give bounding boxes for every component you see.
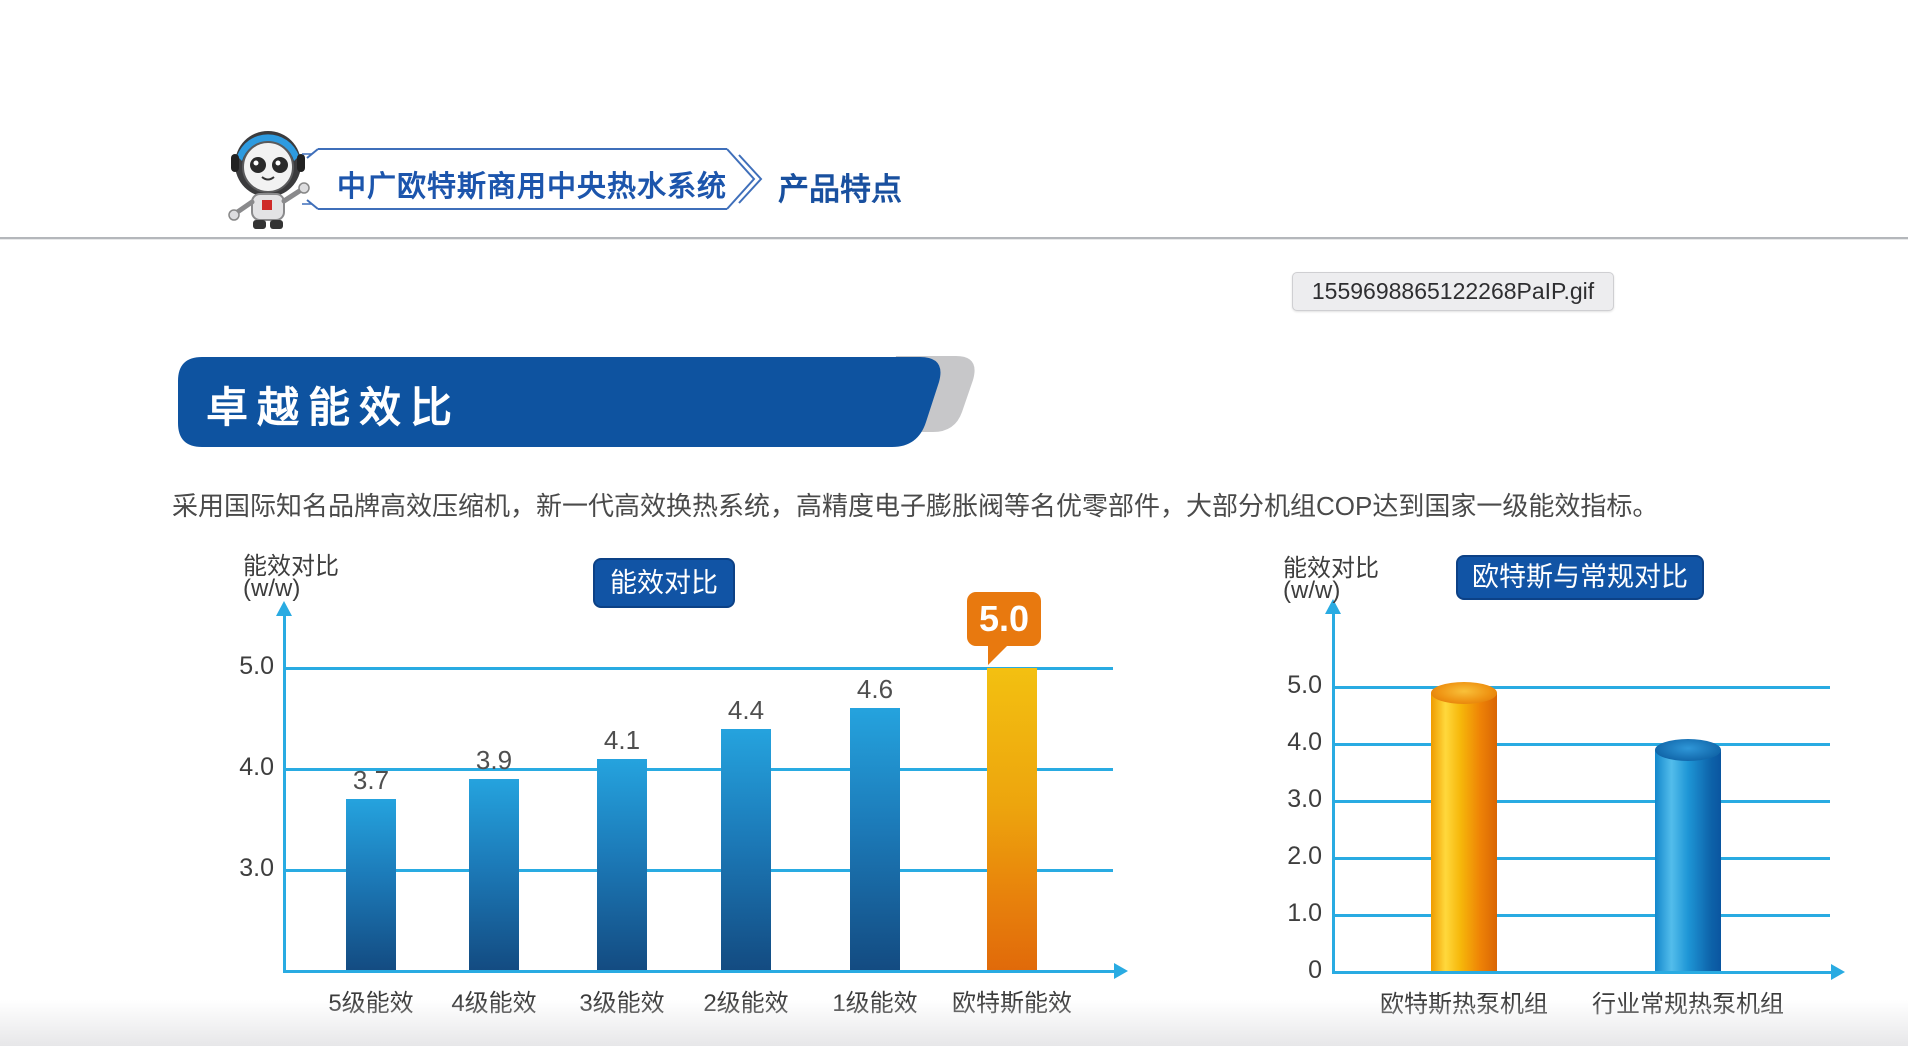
bar-value-label: 4.6	[835, 674, 915, 705]
page-background: 中广欧特斯商用中央热水系统 产品特点 1559698865122268PaIP.…	[0, 0, 1908, 1046]
y-axis-title-line2: (w/w)	[243, 575, 300, 603]
x-axis-arrow	[1114, 963, 1128, 979]
x-axis	[1333, 971, 1832, 974]
y-tick-label: 3.0	[1242, 785, 1322, 814]
chart-badge: 能效对比	[593, 558, 735, 608]
bar-value-label: 4.4	[706, 695, 786, 726]
y-axis	[283, 616, 286, 973]
cylinder-bar-body	[1655, 750, 1721, 974]
gridline	[1333, 800, 1830, 803]
bar	[469, 779, 519, 973]
callout-pointer	[988, 644, 1009, 665]
y-tick-label: 5.0	[194, 652, 274, 681]
y-tick-label: 2.0	[1242, 842, 1322, 871]
bar	[346, 799, 396, 973]
y-tick-label: 4.0	[1242, 728, 1322, 757]
bar	[721, 729, 771, 973]
cylinder-bar-body	[1431, 693, 1497, 974]
gridline	[1333, 686, 1830, 689]
gridline	[1333, 743, 1830, 746]
gridline	[1333, 857, 1830, 860]
callout-bubble: 5.0	[967, 592, 1041, 646]
y-tick-label: 3.0	[194, 854, 274, 883]
cylinder-bar-top	[1655, 739, 1721, 761]
bottom-fade-band	[0, 1000, 1908, 1046]
y-axis-arrow	[276, 601, 292, 616]
bar-value-label: 3.9	[454, 745, 534, 776]
bar-value-label: 3.7	[331, 765, 411, 796]
bar-value-label: 4.1	[582, 725, 662, 756]
highlight-bar	[987, 668, 1037, 973]
y-axis-title-line2: (w/w)	[1283, 577, 1340, 605]
charts-layer: 5.04.03.03.75级能效3.94级能效4.13级能效4.42级能效4.6…	[0, 0, 1908, 1046]
y-tick-label: 0	[1242, 956, 1322, 985]
x-axis	[284, 970, 1115, 973]
gridline	[1333, 914, 1830, 917]
y-tick-label: 1.0	[1242, 899, 1322, 928]
bar	[850, 708, 900, 973]
cylinder-bar-top	[1431, 682, 1497, 704]
y-tick-label: 4.0	[194, 753, 274, 782]
chart-badge: 欧特斯与常规对比	[1456, 555, 1704, 600]
y-tick-label: 5.0	[1242, 671, 1322, 700]
x-axis-arrow	[1831, 964, 1845, 980]
y-axis	[1332, 614, 1335, 974]
bar	[597, 759, 647, 973]
